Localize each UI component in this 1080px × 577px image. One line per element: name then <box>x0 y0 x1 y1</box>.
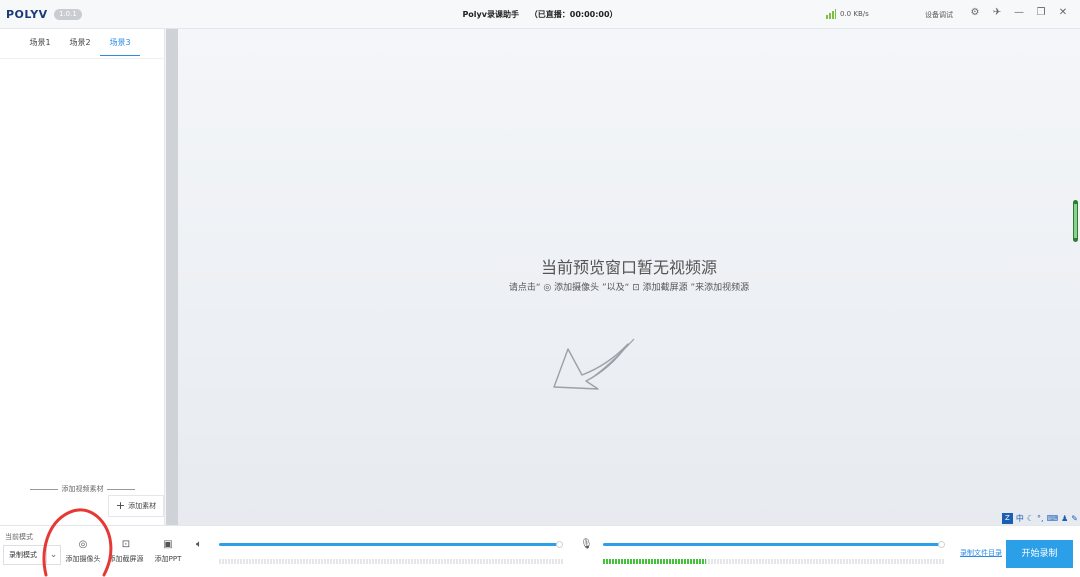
hint-prefix: 请点击“ <box>508 283 541 293</box>
add-material-button[interactable]: + 添加素材 <box>108 495 164 517</box>
ime-user-icon[interactable]: ♟ <box>1061 514 1068 523</box>
minimize-icon[interactable]: — <box>1012 6 1026 20</box>
current-mode-label: 当前模式 <box>5 533 33 541</box>
hint-screenshot-icon: ⊡ <box>632 283 640 293</box>
mode-select[interactable]: 录制模式 ⌄ <box>3 545 61 565</box>
device-debug-button[interactable]: 设备调试 <box>925 10 953 20</box>
camera-icon: ◎ <box>78 539 88 550</box>
record-directory-link[interactable]: 录制文件目录 <box>960 548 1002 558</box>
add-camera-button[interactable]: ◎ 添加摄像头 <box>63 539 103 564</box>
ime-punctuation-icon[interactable]: °, <box>1037 514 1044 523</box>
window-title: Polyv录课助手 （已直播：00:00:00） <box>0 9 1080 20</box>
hint-camera-text: 添加摄像头 <box>554 283 600 293</box>
tab-scene-1[interactable]: 场景1 <box>20 36 60 56</box>
add-ppt-label: 添加PPT <box>154 555 182 563</box>
microphone-icon[interactable]: 🎙︎ <box>580 539 593 550</box>
speaker-volume-knob[interactable] <box>556 541 563 548</box>
network-speed: 0.0 KB/s <box>840 10 869 18</box>
window-controls: ⚙ ✈ — ❐ ✕ <box>968 6 1070 20</box>
add-screenshot-button[interactable]: ⊡ 添加截屏源 <box>106 539 146 564</box>
mic-level-fill <box>603 559 706 564</box>
hint-screen-text: 添加截屏源 <box>642 283 688 293</box>
network-signal-icon <box>826 9 836 19</box>
screenshot-icon: ⊡ <box>121 539 131 550</box>
add-material-label: 添加素材 <box>128 502 157 510</box>
ime-lang[interactable]: 中 <box>1016 513 1024 524</box>
empty-preview-hint: 请点击“ ◎ 添加摄像头 ”以及“ ⊡ 添加截屏源 ”来添加视频源 <box>178 280 1080 293</box>
mic-volume-slider[interactable] <box>603 541 945 548</box>
sidebar-scrollbar[interactable] <box>166 29 178 525</box>
side-drag-handle[interactable] <box>1073 200 1078 242</box>
mic-level-meter <box>603 559 945 564</box>
pointing-arrow-icon <box>553 338 635 390</box>
ime-moon-icon[interactable]: ☾ <box>1027 514 1034 523</box>
settings-gear-icon[interactable]: ⚙ <box>968 6 982 20</box>
hint-camera-icon: ◎ <box>543 283 552 293</box>
hint-middle: ”以及“ <box>601 283 630 293</box>
tab-scene-3[interactable]: 场景3 <box>100 36 140 56</box>
preview-window: 当前预览窗口暂无视频源 请点击“ ◎ 添加摄像头 ”以及“ ⊡ 添加截屏源 ”来… <box>178 29 1080 525</box>
bottom-toolbar: 当前模式 录制模式 ⌄ ◎ 添加摄像头 ⊡ 添加截屏源 ▣ 添加PPT 🔈︎ 🎙… <box>0 525 1080 577</box>
app-name: Polyv录课助手 <box>462 10 519 19</box>
close-icon[interactable]: ✕ <box>1056 6 1070 20</box>
ime-logo-icon[interactable]: Z <box>1001 513 1013 524</box>
chevron-down-icon: ⌄ <box>46 546 60 564</box>
ime-keyboard-icon[interactable]: ⌨ <box>1047 514 1059 523</box>
mic-volume-knob[interactable] <box>938 541 945 548</box>
empty-preview-title: 当前预览窗口暂无视频源 <box>540 258 717 277</box>
add-camera-label: 添加摄像头 <box>65 555 101 563</box>
ime-wrench-icon[interactable]: ✎ <box>1071 514 1078 523</box>
restore-icon[interactable]: ❐ <box>1034 6 1048 20</box>
speaker-volume-slider[interactable] <box>219 541 563 548</box>
tab-divider <box>0 58 165 59</box>
speaker-icon[interactable]: 🔈︎ <box>196 539 202 550</box>
ime-toolbar: Z 中 ☾ °, ⌨ ♟ ✎ <box>1001 513 1078 524</box>
add-video-source-label: 添加视频素材 <box>30 484 135 494</box>
hint-suffix: ”来添加视频源 <box>690 283 750 293</box>
speaker-level-meter <box>219 559 563 564</box>
add-ppt-button[interactable]: ▣ 添加PPT <box>148 539 188 564</box>
live-status: （已直播：00:00:00） <box>529 10 618 19</box>
scene-tabs: 场景1 场景2 场景3 <box>20 36 140 56</box>
add-screenshot-label: 添加截屏源 <box>108 555 144 563</box>
ppt-icon: ▣ <box>163 539 173 550</box>
title-bar: POLYV 1.0.1 Polyv录课助手 （已直播：00:00:00） 0.0… <box>0 0 1080 29</box>
tab-scene-2[interactable]: 场景2 <box>60 36 100 56</box>
start-recording-button[interactable]: 开始录制 <box>1006 540 1073 568</box>
pin-icon[interactable]: ✈ <box>990 6 1004 20</box>
plus-icon: + <box>115 499 126 512</box>
scene-sidebar: 场景1 场景2 场景3 添加视频素材 + 添加素材 <box>0 29 165 525</box>
mode-select-value: 录制模式 <box>9 551 37 559</box>
